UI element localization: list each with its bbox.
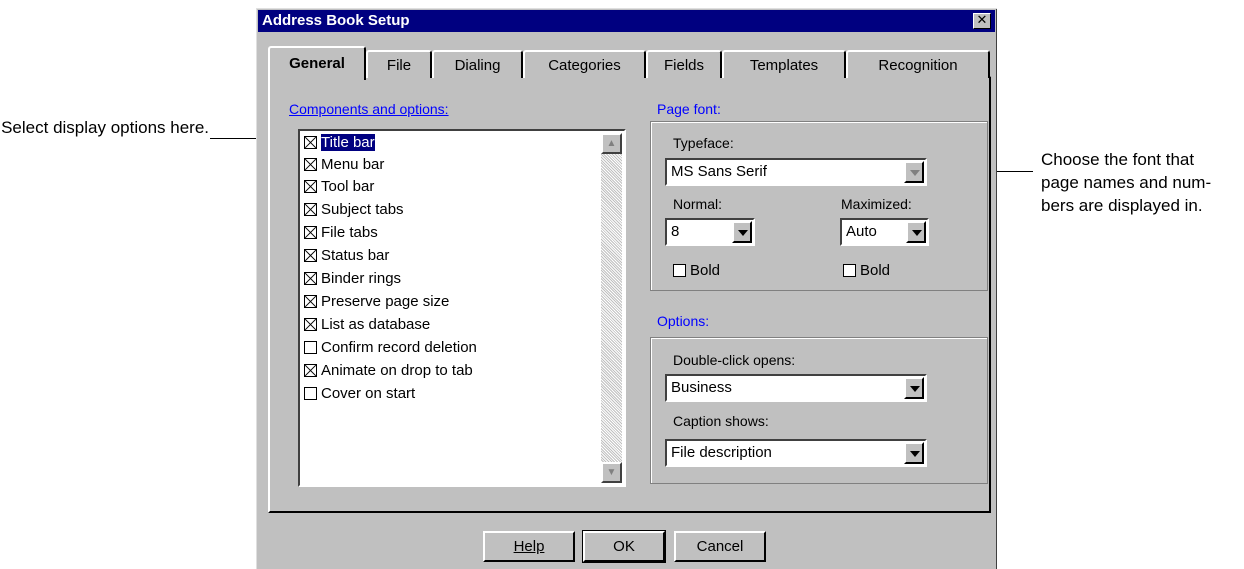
double-click-label: Double-click opens: bbox=[673, 352, 796, 368]
checkbox-unchecked-icon[interactable] bbox=[304, 341, 317, 354]
list-item-preserve-page-size[interactable]: Preserve page size bbox=[304, 291, 449, 313]
caption-shows-select[interactable]: File description bbox=[665, 439, 927, 467]
list-scrollbar[interactable]: ▲ ▼ bbox=[601, 133, 622, 483]
list-item-label: Binder rings bbox=[321, 270, 402, 287]
tab-templates[interactable]: Templates bbox=[722, 50, 846, 78]
arrow-down-icon: ▼ bbox=[606, 467, 617, 478]
list-item-cover-on-start[interactable]: Cover on start bbox=[304, 383, 415, 405]
list-item-label: List as database bbox=[321, 316, 431, 333]
tab-categories[interactable]: Categories bbox=[523, 50, 646, 78]
list-item-binder-rings[interactable]: Binder rings bbox=[304, 268, 401, 290]
typeface-value: MS Sans Serif bbox=[671, 163, 767, 180]
maximized-size-select[interactable]: Auto bbox=[840, 218, 929, 246]
tab-recognition[interactable]: Recognition bbox=[846, 50, 990, 78]
list-item-label: Status bar bbox=[321, 247, 390, 264]
checkbox-checked-icon[interactable] bbox=[304, 158, 317, 171]
help-button[interactable]: Help bbox=[483, 531, 575, 562]
list-item-tool-bar[interactable]: Tool bar bbox=[304, 176, 374, 198]
list-item-label: Tool bar bbox=[321, 178, 375, 195]
chevron-down-icon[interactable] bbox=[904, 377, 924, 399]
checkbox-unchecked-icon[interactable] bbox=[673, 264, 686, 277]
checkbox-checked-icon[interactable] bbox=[304, 318, 317, 331]
chevron-down-icon[interactable] bbox=[904, 161, 924, 183]
scroll-down-button[interactable]: ▼ bbox=[601, 462, 622, 483]
tab-general[interactable]: General bbox=[268, 46, 366, 80]
checkbox-checked-icon[interactable] bbox=[304, 295, 317, 308]
checkbox-checked-icon[interactable] bbox=[304, 226, 317, 239]
cancel-button[interactable]: Cancel bbox=[674, 531, 766, 562]
chevron-down-icon[interactable] bbox=[904, 442, 924, 464]
tab-file[interactable]: File bbox=[366, 50, 432, 78]
components-label-text: Components and options: bbox=[289, 101, 449, 117]
typeface-select[interactable]: MS Sans Serif bbox=[665, 158, 927, 186]
close-button[interactable]: ✕ bbox=[973, 13, 991, 29]
components-list[interactable]: Title bar Menu bar Tool bar Subject tabs… bbox=[298, 129, 626, 487]
checkbox-checked-icon[interactable] bbox=[304, 136, 317, 149]
chevron-down-icon[interactable] bbox=[906, 221, 926, 243]
bold-normal-checkbox[interactable]: Bold bbox=[673, 262, 720, 279]
bold-normal-label: Bold bbox=[690, 262, 721, 279]
annotation-line: Choose the font that bbox=[1041, 150, 1195, 169]
double-click-select[interactable]: Business bbox=[665, 374, 927, 402]
checkbox-unchecked-icon[interactable] bbox=[304, 387, 317, 400]
list-item-status-bar[interactable]: Status bar bbox=[304, 245, 389, 267]
list-item-label: Cover on start bbox=[321, 385, 416, 402]
address-book-setup-dialog: Address Book Setup ✕ General File Dialin… bbox=[256, 8, 997, 569]
list-item-label: Confirm record deletion bbox=[321, 339, 477, 356]
list-item-file-tabs[interactable]: File tabs bbox=[304, 222, 378, 244]
typeface-label: Typeface: bbox=[673, 135, 734, 151]
checkbox-checked-icon[interactable] bbox=[304, 180, 317, 193]
double-click-value: Business bbox=[671, 379, 732, 396]
checkbox-checked-icon[interactable] bbox=[304, 272, 317, 285]
normal-size-select[interactable]: 8 bbox=[665, 218, 755, 246]
close-icon: ✕ bbox=[976, 13, 988, 28]
page-font-label: Page font: bbox=[657, 101, 721, 117]
list-item-label: Menu bar bbox=[321, 156, 385, 173]
list-item-label: File tabs bbox=[321, 224, 378, 241]
list-item-subject-tabs[interactable]: Subject tabs bbox=[304, 199, 404, 221]
title-bar: Address Book Setup ✕ bbox=[258, 10, 995, 32]
list-item-menu-bar[interactable]: Menu bar bbox=[304, 154, 384, 176]
help-button-label: Help bbox=[513, 538, 545, 555]
options-label: Options: bbox=[657, 313, 710, 329]
list-item-list-as-database[interactable]: List as database bbox=[304, 314, 430, 336]
bold-maximized-label: Bold bbox=[860, 262, 891, 279]
annotation-select-display-options: Select display options here. bbox=[1, 118, 209, 137]
annotation-line: bers are displayed in. bbox=[1041, 196, 1203, 215]
scroll-up-button[interactable]: ▲ bbox=[601, 133, 622, 154]
checkbox-checked-icon[interactable] bbox=[304, 249, 317, 262]
tab-fields[interactable]: Fields bbox=[646, 50, 722, 78]
list-item-label: Animate on drop to tab bbox=[321, 362, 473, 379]
caption-shows-value: File description bbox=[671, 444, 772, 461]
tab-dialing[interactable]: Dialing bbox=[432, 50, 523, 78]
ok-button[interactable]: OK bbox=[582, 530, 666, 563]
normal-size-value: 8 bbox=[671, 223, 680, 240]
components-label: Components and options: bbox=[289, 101, 449, 117]
tab-strip: General File Dialing Categories Fields T… bbox=[256, 46, 997, 84]
annotation-line: page names and num- bbox=[1041, 173, 1212, 192]
list-item-confirm-record-deletion[interactable]: Confirm record deletion bbox=[304, 337, 477, 359]
list-item-label: Preserve page size bbox=[321, 293, 450, 310]
checkbox-unchecked-icon[interactable] bbox=[843, 264, 856, 277]
ok-button-label: OK bbox=[613, 538, 635, 555]
list-item-label: Title bar bbox=[321, 134, 375, 151]
checkbox-checked-icon[interactable] bbox=[304, 203, 317, 216]
maximized-label: Maximized: bbox=[841, 196, 912, 212]
caption-shows-label: Caption shows: bbox=[673, 413, 769, 429]
arrow-up-icon: ▲ bbox=[606, 138, 617, 149]
list-item-animate-on-drop[interactable]: Animate on drop to tab bbox=[304, 360, 473, 382]
list-item-title-bar[interactable]: Title bar bbox=[304, 132, 375, 154]
cancel-button-label: Cancel bbox=[696, 538, 744, 555]
list-item-label: Subject tabs bbox=[321, 201, 404, 218]
chevron-down-icon[interactable] bbox=[732, 221, 752, 243]
checkbox-checked-icon[interactable] bbox=[304, 364, 317, 377]
annotation-choose-font: Choose the font that page names and num-… bbox=[1041, 148, 1241, 217]
bold-maximized-checkbox[interactable]: Bold bbox=[843, 262, 890, 279]
dialog-title: Address Book Setup bbox=[262, 12, 410, 29]
maximized-size-value: Auto bbox=[846, 223, 877, 240]
normal-label: Normal: bbox=[673, 196, 723, 212]
